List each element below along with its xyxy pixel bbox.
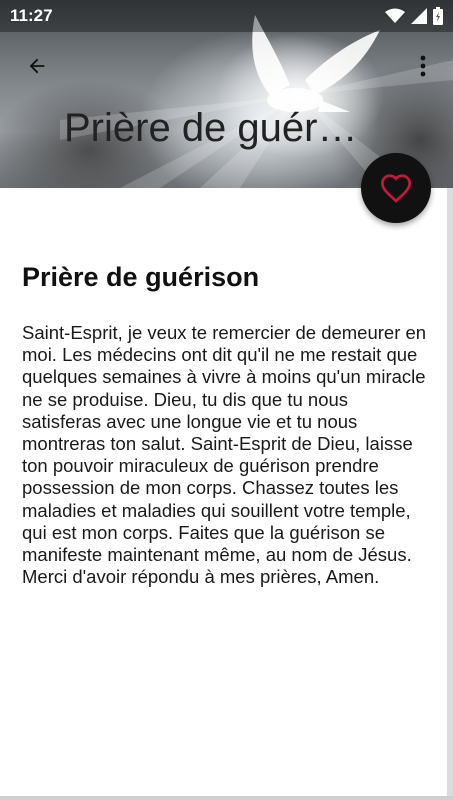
bottom-divider	[0, 796, 453, 800]
heart-outline-icon	[380, 174, 412, 203]
back-button[interactable]	[17, 46, 57, 86]
more-vert-icon	[420, 55, 426, 77]
battery-icon	[433, 7, 443, 25]
status-bar: 11:27	[0, 0, 453, 32]
prayer-title: Prière de guérison	[22, 262, 260, 292]
signal-icon	[411, 8, 427, 24]
status-icons	[385, 7, 443, 25]
wifi-icon	[385, 8, 405, 23]
more-options-button[interactable]	[403, 46, 443, 86]
favorite-button[interactable]	[361, 153, 431, 223]
status-time: 11:27	[10, 6, 53, 25]
toolbar-title: Prière de guéri…	[64, 106, 364, 150]
scroll-edge	[447, 188, 453, 800]
arrow-back-icon	[29, 58, 45, 74]
prayer-text: Saint-Esprit, je veux te remercier de de…	[22, 322, 427, 588]
